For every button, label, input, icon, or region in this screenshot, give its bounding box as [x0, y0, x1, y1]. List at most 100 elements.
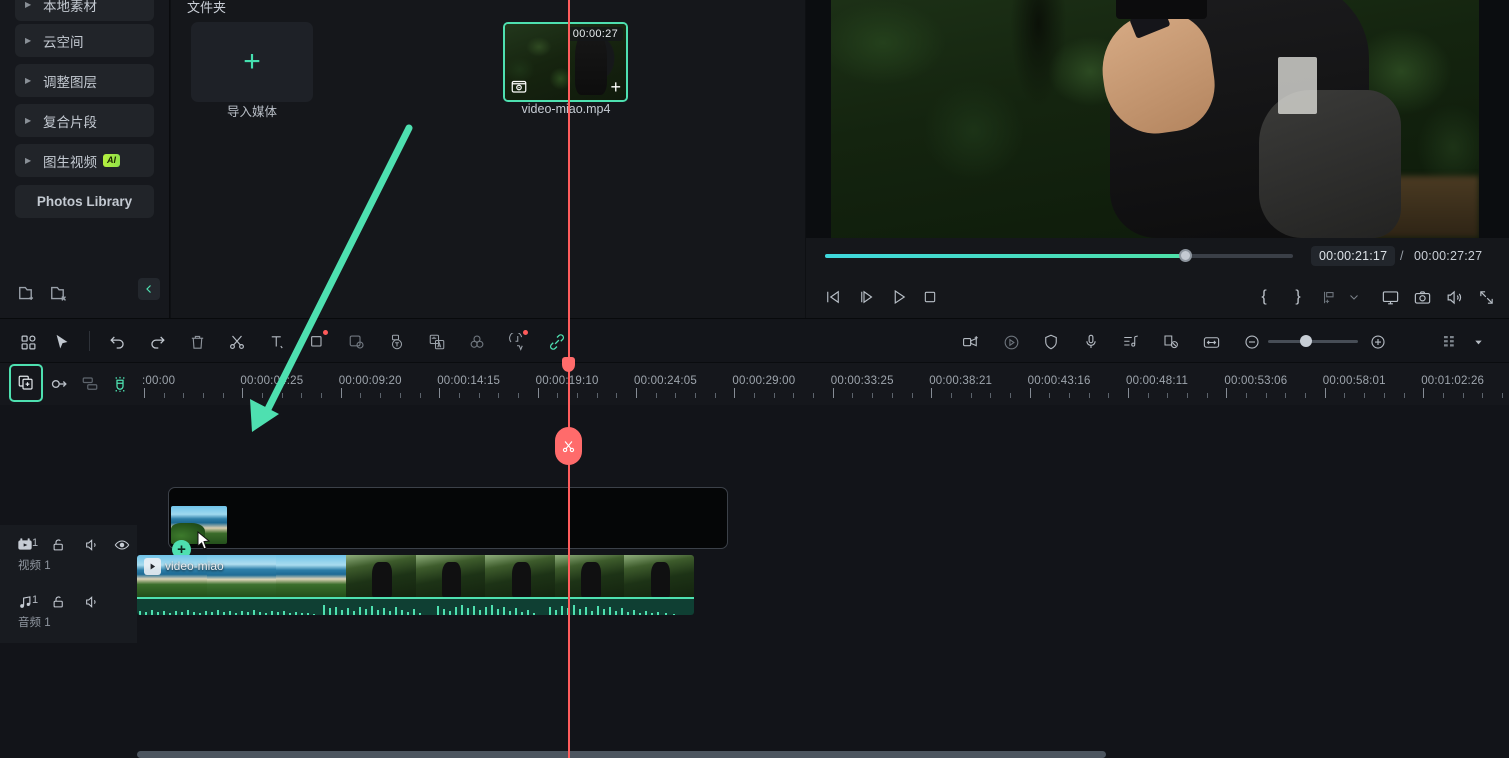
new-folder-icon[interactable] [17, 282, 39, 304]
fit-width-icon[interactable] [1197, 328, 1225, 356]
cursor-arrow-icon[interactable] [48, 328, 76, 356]
monitor-icon[interactable] [1376, 283, 1404, 311]
silence-detect-icon[interactable] [1157, 328, 1185, 356]
zoom-in-icon[interactable] [1364, 328, 1392, 356]
ai-audio-icon[interactable] [503, 328, 531, 356]
sidebar-item-compound-clip[interactable]: ▶ 复合片段 [15, 104, 154, 137]
chroma-key-icon[interactable] [957, 328, 985, 356]
arrange-icon[interactable] [77, 371, 103, 397]
ruler-minor-tick [400, 393, 401, 398]
drag-ghost-clip[interactable]: + [168, 487, 728, 549]
player-current-time[interactable]: 00:00:21:17 [1311, 246, 1395, 266]
plus-icon: + [243, 47, 261, 77]
ruler-minor-tick [1089, 393, 1090, 398]
playhead-split-button[interactable] [555, 427, 582, 465]
camera-icon[interactable] [1408, 283, 1436, 311]
text-icon[interactable] [263, 328, 291, 356]
notification-dot [323, 330, 328, 335]
player-seek-bar[interactable] [825, 254, 1293, 258]
sidebar-item-adjustment-layer[interactable]: ▶ 调整图层 [15, 64, 154, 97]
mask-icon[interactable] [343, 328, 371, 356]
grid-icon[interactable] [14, 328, 42, 356]
ruler-minor-tick [1404, 393, 1405, 398]
more-tools-icon[interactable] [1436, 328, 1464, 356]
ruler-minor-tick [577, 393, 578, 398]
color-circles-icon[interactable] [463, 328, 491, 356]
magnet-icon[interactable] [107, 371, 133, 397]
chevron-down-icon[interactable] [1340, 283, 1368, 311]
audio-mixer-icon[interactable] [1117, 328, 1145, 356]
ruler-minor-tick [1305, 393, 1306, 398]
ruler-minor-tick [754, 393, 755, 398]
sidebar-item-local-media[interactable]: ▶ 本地素材 [15, 0, 154, 21]
timeline-horizontal-scrollbar[interactable] [137, 751, 1106, 758]
speaker-icon[interactable] [1440, 283, 1468, 311]
ruler-minor-tick [912, 393, 913, 398]
sidebar-item-image-to-video[interactable]: ▶ 图生视频 AI [15, 144, 154, 177]
link-icon[interactable] [543, 328, 571, 356]
shield-icon[interactable] [1037, 328, 1065, 356]
marker-add-icon[interactable] [1315, 283, 1343, 311]
eye-icon[interactable] [112, 535, 132, 555]
media-browser-panel: 文件夹 + 导入媒体 00:00:27 + video-miao.mp4 [171, 0, 805, 318]
play-icon[interactable] [885, 283, 913, 311]
collapse-panel-icon[interactable] [138, 278, 160, 300]
player-total-time: 00:00:27:27 [1414, 249, 1482, 263]
brace-right-icon[interactable]: } [1284, 283, 1312, 311]
ruler-minor-tick [872, 393, 873, 398]
import-media-tile[interactable]: + [191, 22, 313, 102]
ruler-minor-tick [990, 393, 991, 398]
step-forward-icon[interactable] [853, 283, 881, 311]
sidebar-item-photos-library[interactable]: Photos Library [15, 185, 154, 218]
microphone-icon[interactable] [1077, 328, 1105, 356]
sticker-text-icon[interactable] [383, 328, 411, 356]
ruler-minor-tick [301, 393, 302, 398]
zoom-out-icon[interactable] [1238, 328, 1266, 356]
timeline-clip-label: video-miao [165, 559, 224, 573]
timeline-playhead[interactable] [568, 0, 570, 758]
add-to-timeline-icon[interactable]: + [610, 78, 621, 96]
ruler-major-tick [931, 388, 932, 398]
lock-icon[interactable] [48, 592, 68, 612]
link-clips-icon[interactable] [47, 371, 73, 397]
scissors-icon[interactable] [223, 328, 251, 356]
delete-folder-icon[interactable] [49, 282, 71, 304]
audio-track-name: 音频 1 [18, 614, 51, 630]
ruler-minor-tick [1069, 393, 1070, 398]
mute-icon[interactable] [82, 592, 102, 612]
ruler-minor-tick [774, 393, 775, 398]
redo-icon[interactable] [143, 328, 171, 356]
trash-icon[interactable] [183, 328, 211, 356]
ruler-major-tick [1423, 388, 1424, 398]
player-seek-handle[interactable] [1179, 249, 1192, 262]
undo-icon[interactable] [103, 328, 131, 356]
scrollbar-thumb[interactable] [137, 751, 1106, 758]
zoom-slider-handle[interactable] [1300, 335, 1312, 347]
crop-square-icon[interactable] [303, 328, 331, 356]
ruler-minor-tick [518, 393, 519, 398]
step-backward-icon[interactable] [819, 283, 847, 311]
add-track-icon[interactable] [9, 364, 43, 402]
ruler-minor-tick [1344, 393, 1345, 398]
video-preview-area[interactable] [806, 0, 1509, 238]
playhead-handle[interactable] [562, 357, 575, 372]
mute-icon[interactable] [82, 535, 102, 555]
speed-icon[interactable] [997, 328, 1025, 356]
timeline-header: :00:0000:00:04:2500:00:09:2000:00:14:150… [0, 363, 1509, 405]
ruler-time-label: 00:00:58:01 [1323, 375, 1386, 387]
translate-icon[interactable] [423, 328, 451, 356]
ruler-minor-tick [1364, 393, 1365, 398]
lock-icon[interactable] [48, 535, 68, 555]
expand-icon[interactable] [1472, 283, 1500, 311]
stop-icon[interactable] [916, 283, 944, 311]
timeline-video-clip[interactable]: video-miao [137, 555, 694, 615]
media-clip-thumbnail[interactable]: 00:00:27 + [503, 22, 628, 102]
zoom-slider-track[interactable] [1268, 340, 1358, 343]
ruler-minor-tick [1010, 393, 1011, 398]
chevron-down-icon[interactable] [1464, 328, 1492, 356]
brace-left-icon[interactable]: { [1250, 283, 1278, 311]
timeline-ruler[interactable]: :00:0000:00:04:2500:00:09:2000:00:14:150… [137, 363, 1509, 405]
notification-dot [523, 330, 528, 335]
sidebar-item-label: 图生视频 [43, 151, 97, 171]
sidebar-item-cloud[interactable]: ▶ 云空间 [15, 24, 154, 57]
